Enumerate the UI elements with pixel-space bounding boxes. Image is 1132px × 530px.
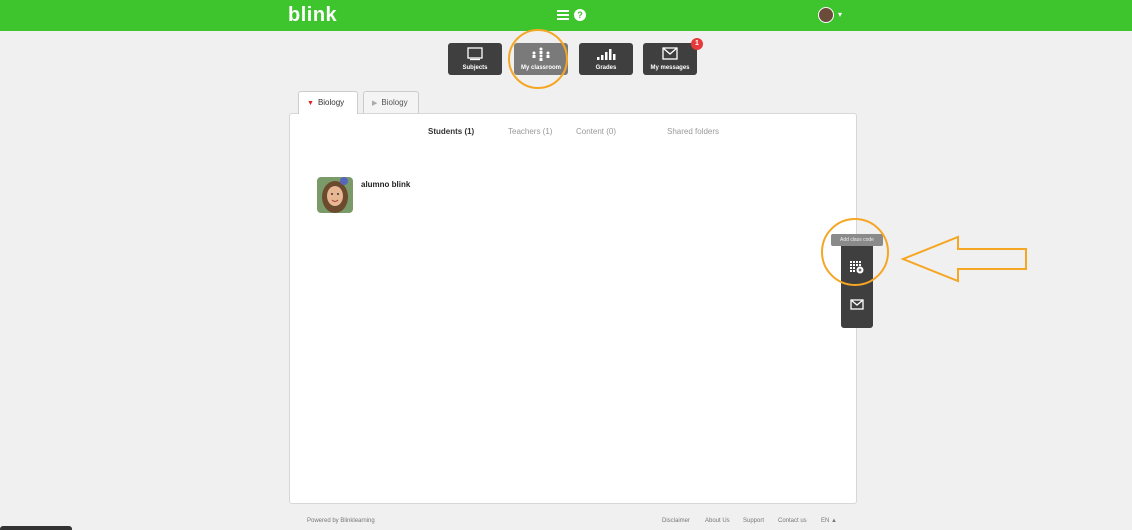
help-icon[interactable]: ?: [574, 9, 586, 21]
nav-subjects-button[interactable]: Subjects: [448, 43, 502, 75]
send-message-button[interactable]: [841, 290, 873, 320]
language-selector[interactable]: EN ▲: [821, 518, 837, 524]
highlight-circle: [508, 29, 568, 89]
subtab-students[interactable]: Students (1): [428, 127, 474, 136]
subtab-teachers[interactable]: Teachers (1): [508, 127, 552, 136]
bottom-tab[interactable]: [0, 526, 72, 530]
student-avatar[interactable]: [317, 177, 353, 213]
tab-label: Biology: [317, 98, 345, 107]
tab-biology[interactable]: ▶ Biology: [363, 91, 419, 113]
nav-label: Subjects: [462, 65, 488, 71]
footer-link-support[interactable]: Support: [743, 518, 764, 524]
footer-link-contact[interactable]: Contact us: [778, 518, 807, 524]
messages-count-badge: 1: [691, 38, 703, 50]
nav-label: Grades: [595, 65, 617, 71]
envelope-icon: [850, 299, 864, 310]
caret-down-icon: ▼: [307, 100, 314, 107]
tab-label: Biology: [381, 98, 408, 107]
nav-my-messages-button[interactable]: My messages: [643, 43, 697, 75]
arrow-left-icon: [900, 235, 1027, 283]
envelope-icon: [662, 47, 678, 60]
nav-grades-button[interactable]: Grades: [579, 43, 633, 75]
chevron-down-icon[interactable]: ▾: [838, 10, 842, 19]
footer-link-about[interactable]: About Us: [705, 518, 730, 524]
hamburger-menu-icon[interactable]: [557, 10, 569, 20]
subtab-shared-folders[interactable]: Shared folders: [667, 127, 719, 136]
book-icon: [467, 47, 483, 61]
footer-powered-by[interactable]: Powered by Blinklearning: [307, 518, 375, 524]
nav-label: My messages: [650, 65, 690, 71]
tab-biology-active[interactable]: ▼ Biology: [298, 91, 358, 114]
highlight-circle: [821, 218, 889, 286]
bar-chart-icon: [597, 49, 616, 60]
blink-logo[interactable]: blink: [288, 4, 337, 27]
subtab-content[interactable]: Content (0): [576, 127, 616, 136]
caret-right-icon: ▶: [372, 100, 378, 107]
student-name[interactable]: alumno blink: [361, 180, 410, 189]
classroom-panel: [289, 113, 857, 504]
user-avatar[interactable]: [818, 7, 834, 23]
footer-link-disclaimer[interactable]: Disclaimer: [662, 518, 690, 524]
